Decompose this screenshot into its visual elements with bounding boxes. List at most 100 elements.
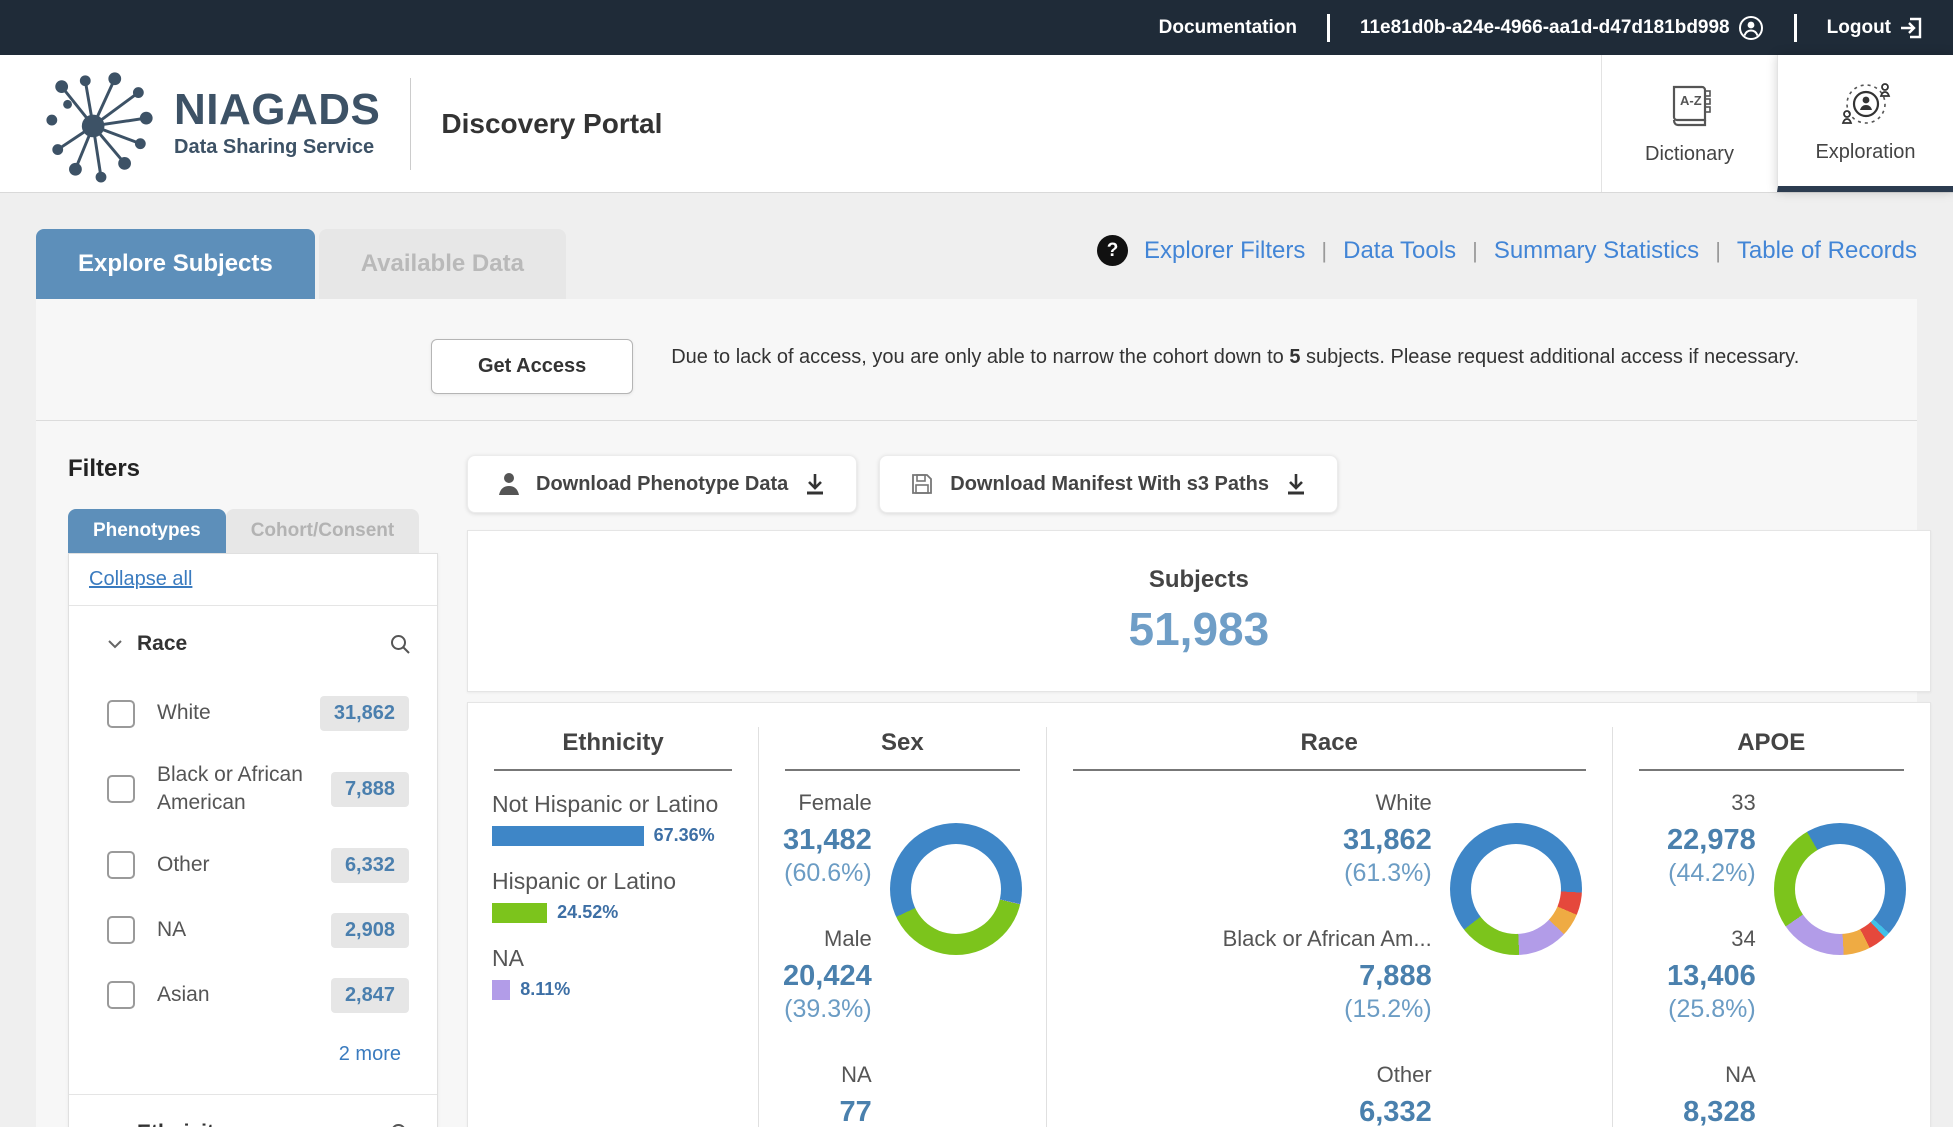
session-id-item[interactable]: 11e81d0b-a24e-4966-aa1d-d47d181bd998	[1360, 15, 1764, 41]
filter-tabs: Phenotypes Cohort/Consent	[68, 509, 456, 553]
chevron-down-icon	[105, 1123, 125, 1127]
subjects-label: Subjects	[1149, 566, 1249, 594]
nav-dictionary-label: Dictionary	[1645, 143, 1734, 166]
filter-item-other: Other 6,332	[107, 848, 409, 883]
count-badge: 31,862	[320, 696, 409, 731]
chart-ethnicity: Ethnicity Not Hispanic or Latino 67.36% …	[468, 727, 758, 1127]
niagads-brand[interactable]: NIAGADS Data Sharing Service	[0, 55, 380, 192]
race-more-link[interactable]: 2 more	[105, 1043, 401, 1066]
help-icon[interactable]: ?	[1097, 235, 1128, 266]
download-phenotype-data-button[interactable]: Download Phenotype Data	[467, 455, 857, 513]
brand-name: NIAGADS	[174, 88, 380, 132]
link-data-tools[interactable]: Data Tools	[1343, 237, 1456, 265]
link-summary-statistics[interactable]: Summary Statistics	[1494, 237, 1699, 265]
donut-stats: 33 22,978 (44.2%) 34 13,406 (25.8%) NA 8…	[1637, 789, 1762, 1127]
documentation-label: Documentation	[1159, 17, 1297, 39]
donut-chart[interactable]	[1450, 823, 1582, 955]
stat-group: Black or African Am... 7,888 (15.2%)	[1071, 925, 1432, 1025]
checkbox-white[interactable]	[107, 700, 135, 728]
nav-tile-dictionary[interactable]: A-Z Dictionary	[1601, 55, 1777, 192]
tab-available-data[interactable]: Available Data	[319, 229, 566, 299]
count-badge: 2,908	[331, 913, 409, 948]
checkbox-black-or-african-american[interactable]	[107, 775, 135, 803]
bar-value-label: 24.52%	[557, 902, 618, 923]
filter-item-asian: Asian 2,847	[107, 978, 409, 1013]
get-access-button[interactable]: Get Access	[431, 339, 633, 394]
bar-na[interactable]	[492, 980, 510, 1000]
access-alert-text: Due to lack of access, you are only able…	[671, 339, 1799, 375]
checkbox-na[interactable]	[107, 916, 135, 944]
stat-group: White 31,862 (61.3%)	[1071, 789, 1432, 889]
logout-icon	[1899, 15, 1925, 41]
filter-label: White	[157, 699, 298, 727]
session-id-label: 11e81d0b-a24e-4966-aa1d-d47d181bd998	[1360, 17, 1730, 39]
chart-donut-column: Race White 31,862 (61.3%) Black or Afric…	[1046, 727, 1612, 1127]
donut-chart[interactable]	[890, 823, 1022, 955]
count-badge: 6,332	[331, 848, 409, 883]
subjects-summary-card: Subjects 51,983	[467, 530, 1931, 692]
stat-group: 33 22,978 (44.2%)	[1637, 789, 1756, 889]
donut-stats: White 31,862 (61.3%) Black or African Am…	[1071, 789, 1438, 1127]
chart-title: Race	[1073, 729, 1586, 771]
charts-card: Ethnicity Not Hispanic or Latino 67.36% …	[467, 702, 1931, 1127]
bar-hispanic[interactable]	[492, 903, 547, 923]
checkbox-asian[interactable]	[107, 981, 135, 1009]
explore-subjects-panel: Get Access Due to lack of access, you ar…	[36, 299, 1917, 1127]
download-row: Download Phenotype Data Download Manifes…	[467, 455, 1931, 513]
download-manifest-button[interactable]: Download Manifest With s3 Paths	[879, 455, 1338, 513]
download-icon	[1285, 472, 1307, 496]
filter-tab-phenotypes[interactable]: Phenotypes	[68, 509, 226, 553]
logout-label: Logout	[1827, 17, 1891, 39]
search-icon[interactable]	[389, 633, 411, 655]
quick-links: ? Explorer Filters | Data Tools | Summar…	[1097, 229, 1917, 266]
app-header: NIAGADS Data Sharing Service Discovery P…	[0, 55, 1953, 193]
link-separator: |	[1321, 238, 1327, 264]
link-separator: |	[1715, 238, 1721, 264]
filter-label: Other	[157, 851, 309, 879]
tab-explore-subjects[interactable]: Explore Subjects	[36, 229, 315, 299]
exploration-people-icon	[1839, 77, 1893, 131]
filter-label: Black or African American	[157, 761, 309, 818]
svg-text:A-Z: A-Z	[1680, 93, 1702, 108]
header-nav: A-Z Dictionary Exploration	[1601, 55, 1953, 192]
filter-card: Collapse all Race White 31,862	[68, 553, 438, 1127]
logout-button[interactable]: Logout	[1827, 15, 1925, 41]
nav-exploration-label: Exploration	[1815, 141, 1915, 164]
collapse-all-link[interactable]: Collapse all	[89, 568, 192, 590]
link-table-of-records[interactable]: Table of Records	[1737, 237, 1917, 265]
filter-item-white: White 31,862	[107, 696, 409, 731]
count-badge: 7,888	[331, 772, 409, 807]
filter-section-race[interactable]: Race	[69, 606, 437, 666]
documentation-link[interactable]: Documentation	[1159, 17, 1297, 39]
filter-section-ethnicity[interactable]: Ethnicity	[69, 1095, 437, 1127]
save-icon	[910, 472, 934, 496]
access-alert: Get Access Due to lack of access, you ar…	[36, 299, 1917, 421]
chart-title: Sex	[785, 729, 1020, 771]
topbar-divider	[1327, 14, 1330, 42]
stat-group: NA 77 (0.1%)	[783, 1061, 872, 1127]
stat-group: NA 8,328 (16%)	[1637, 1061, 1756, 1127]
chart-donut-column: APOE 33 22,978 (44.2%) 34 13,406 (25.8%)…	[1612, 727, 1930, 1127]
filter-tab-cohort-consent[interactable]: Cohort/Consent	[226, 509, 420, 553]
count-badge: 2,847	[331, 978, 409, 1013]
alert-subject-limit: 5	[1289, 346, 1300, 368]
donut-chart[interactable]	[1774, 823, 1906, 955]
brand-subtitle: Data Sharing Service	[174, 136, 380, 159]
filter-item-black-or-african-american: Black or African American 7,888	[107, 761, 409, 818]
top-navigation-bar: Documentation 11e81d0b-a24e-4966-aa1d-d4…	[0, 0, 1953, 55]
nav-tile-exploration[interactable]: Exploration	[1777, 55, 1953, 192]
checkbox-other[interactable]	[107, 851, 135, 879]
results-area: Download Phenotype Data Download Manifes…	[456, 455, 1935, 1127]
filter-label: Asian	[157, 981, 309, 1009]
link-explorer-filters[interactable]: Explorer Filters	[1144, 237, 1305, 265]
user-circle-icon	[1738, 15, 1764, 41]
search-icon[interactable]	[389, 1122, 411, 1127]
filter-item-na: NA 2,908	[107, 913, 409, 948]
filters-title: Filters	[68, 455, 456, 483]
donut-stats: Female 31,482 (60.6%) Male 20,424 (39.3%…	[783, 789, 878, 1127]
portal-title: Discovery Portal	[441, 108, 662, 140]
bar-group: Hispanic or Latino 24.52%	[492, 866, 734, 923]
filters-sidebar: Filters Phenotypes Cohort/Consent Collap…	[36, 455, 456, 1127]
bar-value-label: 67.36%	[654, 825, 715, 846]
bar-not-hispanic[interactable]	[492, 826, 644, 846]
